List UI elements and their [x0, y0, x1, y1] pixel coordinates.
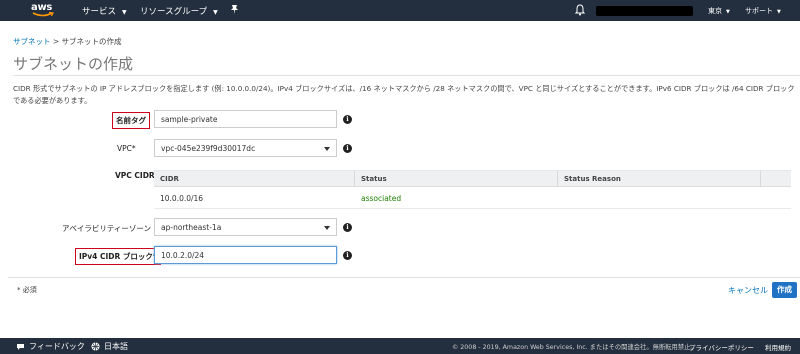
feedback-link[interactable]: フィードバック	[16, 341, 85, 352]
account-menu-redacted[interactable]	[596, 6, 693, 16]
region-menu[interactable]: 東京 ▼	[708, 6, 730, 16]
availability-zone-value: ap-northeast-1a	[161, 223, 222, 232]
availability-zone-label: アベイラビリティーゾーン	[62, 224, 152, 233]
chevron-down-icon	[324, 147, 330, 151]
privacy-policy-link[interactable]: プライバシーポリシー	[689, 342, 754, 352]
info-icon[interactable]: i	[343, 144, 352, 153]
chat-bubble-icon	[17, 343, 24, 350]
title-divider	[13, 75, 800, 76]
create-button[interactable]: 作成	[772, 282, 797, 298]
pin-icon[interactable]	[230, 4, 239, 18]
column-divider	[354, 171, 355, 187]
ipv4-cidr-label: IPv4 CIDR ブロック*	[75, 248, 161, 265]
resource-groups-menu[interactable]: リソースグループ ▼	[140, 5, 218, 17]
globe-icon	[91, 342, 100, 351]
vpc-select[interactable]: vpc-045e239f9d30017dc	[154, 139, 337, 157]
feedback-label: フィードバック	[29, 342, 85, 351]
vpc-label: VPC*	[117, 144, 136, 153]
breadcrumb-subnets-link[interactable]: サブネット	[13, 37, 51, 46]
ipv4-cidr-input[interactable]: 10.0.2.0/24	[154, 246, 337, 264]
column-header-status: Status	[361, 175, 387, 183]
region-label: 東京	[708, 7, 722, 15]
page-footer: フィードバック 日本語 © 2008 - 2019, Amazon Web Se…	[0, 338, 800, 354]
cidr-cell: 10.0.0.0/16	[160, 194, 204, 203]
info-icon[interactable]: i	[343, 115, 352, 124]
breadcrumb-current: サブネットの作成	[61, 37, 122, 46]
column-divider	[557, 171, 558, 187]
aws-logo[interactable]: aws	[31, 2, 57, 19]
table-header-row: CIDR Status Status Reason	[154, 171, 791, 187]
support-menu[interactable]: サポート ▼	[745, 6, 781, 16]
terms-of-use-link[interactable]: 利用規約	[765, 342, 791, 352]
chevron-down-icon: ▼	[777, 9, 781, 15]
actions-divider	[8, 277, 800, 278]
availability-zone-select[interactable]: ap-northeast-1a	[154, 218, 337, 236]
chevron-down-icon: ▼	[122, 9, 127, 16]
page-description: CIDR 形式でサブネットの IP アドレスブロックを指定します (例: 10.…	[13, 84, 795, 105]
chevron-down-icon	[324, 226, 330, 230]
table-row: 10.0.0.0/16 associated	[154, 187, 791, 209]
resource-groups-label: リソースグループ	[140, 7, 208, 17]
bell-icon[interactable]	[574, 4, 586, 16]
breadcrumb: サブネット > サブネットの作成	[13, 36, 122, 47]
language-selector[interactable]: 日本語	[91, 341, 128, 352]
page-title: サブネットの作成	[13, 55, 134, 73]
column-divider	[760, 171, 761, 187]
chevron-down-icon: ▼	[213, 9, 218, 16]
aws-smile-icon	[32, 12, 54, 17]
breadcrumb-separator: >	[50, 37, 62, 46]
name-tag-input[interactable]: sample-private	[154, 110, 337, 128]
required-note: * 必須	[17, 286, 37, 294]
vpc-select-value: vpc-045e239f9d30017dc	[161, 144, 256, 153]
copyright-text: © 2008 - 2019, Amazon Web Services, Inc.…	[452, 344, 697, 351]
column-header-cidr: CIDR	[160, 175, 179, 183]
support-label: サポート	[745, 7, 773, 15]
info-icon[interactable]: i	[343, 223, 352, 232]
chevron-down-icon: ▼	[726, 9, 730, 15]
info-icon[interactable]: i	[343, 251, 352, 260]
status-cell: associated	[361, 194, 402, 203]
vpc-cidr-label: VPC CIDR	[115, 171, 155, 180]
column-header-status-reason: Status Reason	[564, 175, 621, 183]
services-label: サービス	[82, 7, 117, 17]
vpc-cidr-table: CIDR Status Status Reason 10.0.0.0/16 as…	[154, 170, 791, 209]
name-tag-label: 名前タグ	[112, 112, 150, 129]
top-navigation-bar: aws サービス ▼ リソースグループ ▼ 東京 ▼ サポート ▼	[0, 0, 800, 21]
language-label: 日本語	[104, 342, 128, 351]
cancel-button[interactable]: キャンセル	[728, 285, 768, 296]
services-menu[interactable]: サービス ▼	[82, 5, 127, 17]
